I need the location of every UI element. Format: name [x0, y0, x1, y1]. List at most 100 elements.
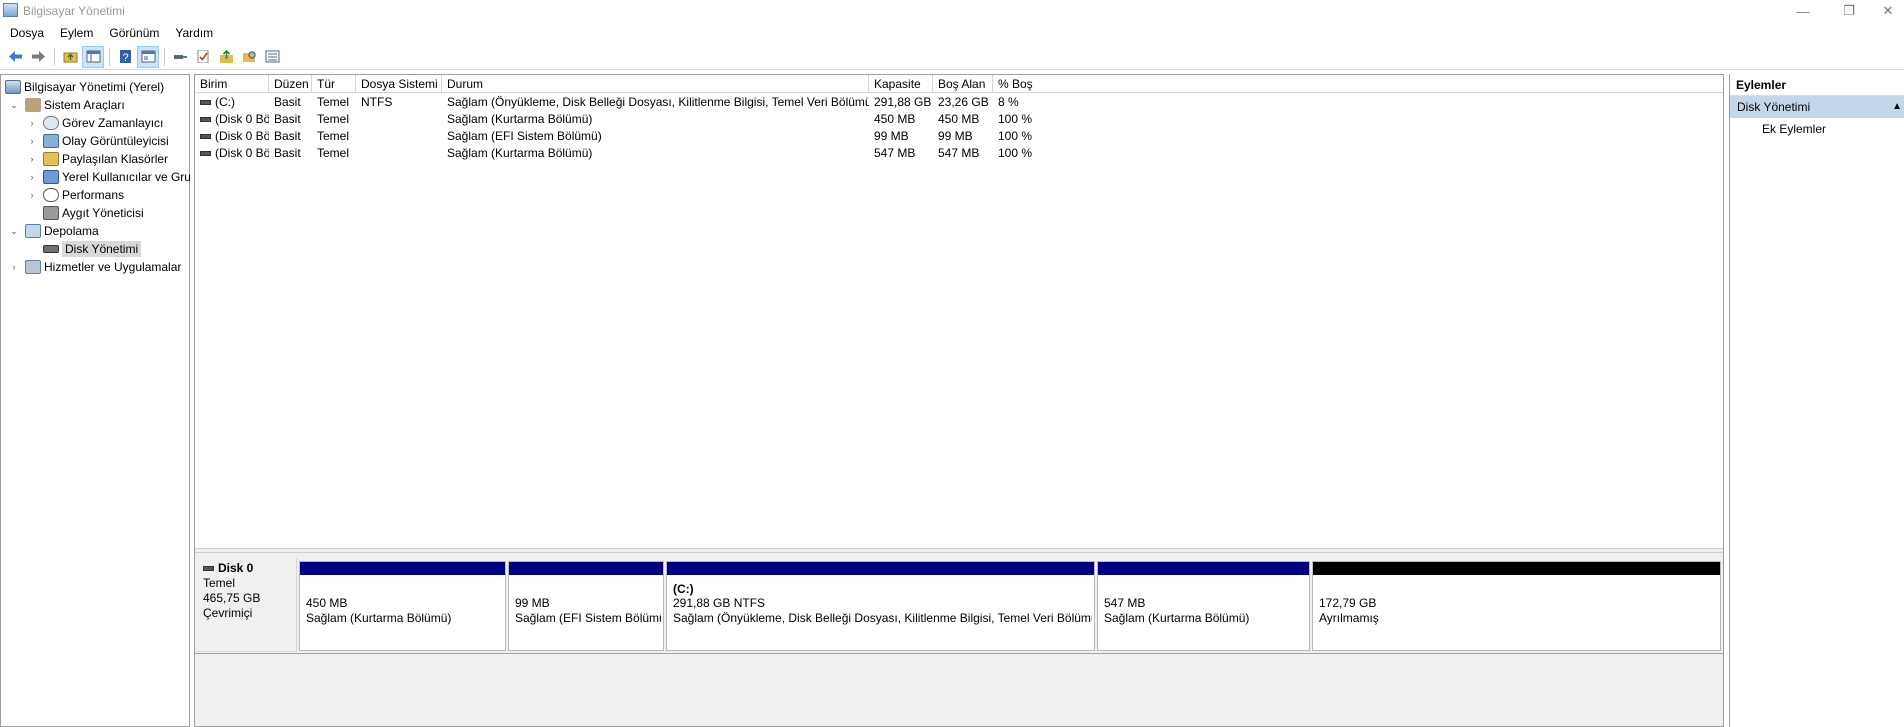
- chevron-right-icon[interactable]: ›: [27, 172, 37, 182]
- help-button[interactable]: ?: [114, 46, 136, 68]
- tree-item-system-tools[interactable]: ⌄ Sistem Araçları: [9, 96, 125, 114]
- partition-block-unallocated[interactable]: 172,79 GB Ayrılmamış: [1312, 561, 1721, 651]
- tree-item-label: Sistem Araçları: [44, 98, 125, 112]
- shared-folder-icon: [43, 152, 59, 166]
- chevron-right-icon[interactable]: ›: [9, 262, 19, 272]
- show-tree-icon: [86, 50, 100, 63]
- tree-item-storage[interactable]: ⌄ Depolama: [9, 222, 99, 240]
- menu-help[interactable]: Yardım: [167, 22, 221, 44]
- partition-block[interactable]: 547 MB Sağlam (Kurtarma Bölümü): [1097, 561, 1310, 651]
- collapse-arrow-icon[interactable]: ▲: [1892, 96, 1902, 118]
- partition-block[interactable]: 99 MB Sağlam (EFI Sistem Bölümü): [508, 561, 664, 651]
- restore-button[interactable]: ❐: [1826, 0, 1872, 22]
- column-header-status[interactable]: Durum: [442, 75, 869, 93]
- chevron-right-icon[interactable]: ›: [27, 118, 37, 128]
- column-header-volume[interactable]: Birim: [195, 75, 269, 93]
- column-header-type[interactable]: Tür: [312, 75, 356, 93]
- properties-button[interactable]: [137, 45, 159, 68]
- chevron-right-icon[interactable]: ›: [27, 136, 37, 146]
- table-row[interactable]: (Disk 0 Bölüm 2) Basit Temel Sağlam (EFI…: [195, 128, 1723, 145]
- menu-view[interactable]: Görünüm: [101, 22, 167, 44]
- chevron-right-icon[interactable]: ›: [27, 190, 37, 200]
- cell-layout: Basit: [274, 95, 301, 109]
- close-button[interactable]: ✕: [1872, 0, 1904, 22]
- chevron-right-icon[interactable]: ›: [27, 154, 37, 164]
- column-header-percent-free[interactable]: % Boş: [993, 75, 1035, 93]
- tree-item-event-viewer[interactable]: › Olay Görüntüleyicisi: [27, 132, 169, 150]
- tree-item-shared-folders[interactable]: › Paylaşılan Klasörler: [27, 150, 168, 168]
- partition-bar: [300, 562, 505, 575]
- disk-name: Disk 0: [203, 561, 289, 576]
- tree-item-device-manager[interactable]: Aygıt Yöneticisi: [43, 204, 144, 222]
- disk-info-box[interactable]: Disk 0 Temel 465,75 GB Çevrimiçi: [196, 558, 297, 652]
- tree-item-root[interactable]: Bilgisayar Yönetimi (Yerel): [5, 78, 164, 96]
- chevron-down-icon[interactable]: ⌄: [9, 100, 19, 110]
- cell-file-system: [356, 145, 442, 162]
- cell-free-space: 23,26 GB: [938, 95, 989, 109]
- window-title: Bilgisayar Yönetimi: [23, 4, 125, 18]
- partition-details: 291,88 GB NTFS Sağlam (Önyükleme, Disk B…: [673, 596, 1092, 626]
- tree-item-label: Paylaşılan Klasörler: [62, 152, 169, 166]
- storage-icon: [25, 224, 41, 238]
- cell-capacity: 291,88 GB: [874, 95, 932, 109]
- cell-percent-free: 100 %: [998, 129, 1033, 143]
- more-actions-item[interactable]: Ek Eylemler: [1730, 118, 1904, 140]
- menu-action[interactable]: Eylem: [52, 22, 101, 44]
- tree-item-services-apps[interactable]: › Hizmetler ve Uygulamalar: [9, 258, 181, 276]
- check-icon: [197, 50, 208, 63]
- tools-icon: [25, 98, 41, 112]
- tree-item-disk-management[interactable]: Disk Yönetimi: [43, 240, 142, 258]
- tree-item-label: Olay Görüntüleyicisi: [62, 134, 169, 148]
- column-header-free-space[interactable]: Boş Alan: [933, 75, 993, 93]
- table-row[interactable]: (Disk 0 Bölüm 5) Basit Temel Sağlam (Kur…: [195, 145, 1723, 162]
- column-header-file-system[interactable]: Dosya Sistemi: [356, 75, 442, 93]
- tree-item-performance[interactable]: › Performans: [27, 186, 124, 204]
- export-icon: [219, 50, 233, 63]
- forward-button[interactable]: [27, 46, 49, 68]
- back-button[interactable]: [4, 46, 26, 68]
- menu-file[interactable]: Dosya: [2, 22, 52, 44]
- search-folder-button[interactable]: [238, 46, 260, 68]
- cell-volume: (C:): [195, 94, 269, 111]
- cell-type: Temel: [317, 112, 350, 126]
- up-folder-icon: [63, 52, 77, 63]
- partition-block[interactable]: (C:) 291,88 GB NTFS Sağlam (Önyükleme, D…: [666, 561, 1095, 651]
- partition-size: 547 MB: [1104, 596, 1146, 610]
- cell-layout: Basit: [274, 112, 301, 126]
- cell-type: Temel: [317, 95, 350, 109]
- tree-item-local-users[interactable]: › Yerel Kullanıcılar ve Gru: [27, 168, 191, 186]
- disk-graphical-view: Disk 0 Temel 465,75 GB Çevrimiçi 450 MB …: [195, 553, 1723, 726]
- services-icon: [25, 260, 41, 274]
- toolbar-separator: [164, 47, 165, 66]
- tree-item-label: Hizmetler ve Uygulamalar: [44, 260, 182, 274]
- column-header-layout[interactable]: Düzen: [269, 75, 312, 93]
- partition-details: 99 MB Sağlam (EFI Sistem Bölümü): [515, 596, 661, 626]
- back-icon: [8, 51, 22, 62]
- cell-capacity: 99 MB: [874, 129, 909, 143]
- check-button[interactable]: [192, 46, 214, 68]
- cell-percent-free: 8 %: [998, 95, 1019, 109]
- minimize-button[interactable]: —: [1780, 0, 1826, 22]
- toolbar: ?: [0, 44, 1904, 70]
- cell-free-space: 547 MB: [938, 146, 980, 160]
- connect-button[interactable]: [169, 46, 191, 68]
- computer-management-icon: [5, 80, 21, 94]
- disk-management-icon: [43, 245, 59, 253]
- drive-icon: [200, 117, 211, 123]
- chevron-down-icon[interactable]: ⌄: [9, 226, 19, 236]
- tree-item-label: Yerel Kullanıcılar ve Gru: [62, 170, 191, 184]
- cell-layout: Basit: [274, 146, 301, 160]
- tree-item-task-scheduler[interactable]: › Görev Zamanlayıcı: [27, 114, 163, 132]
- show-hide-tree-button[interactable]: [82, 45, 104, 68]
- partition-bar: [1098, 562, 1309, 575]
- export-button[interactable]: [215, 46, 237, 68]
- view-button[interactable]: [261, 46, 283, 68]
- partition-block[interactable]: 450 MB Sağlam (Kurtarma Bölümü): [299, 561, 506, 651]
- column-header-capacity[interactable]: Kapasite: [869, 75, 933, 93]
- up-one-level-button[interactable]: [59, 46, 81, 68]
- table-row[interactable]: (C:) Basit Temel NTFS Sağlam (Önyükleme,…: [195, 94, 1723, 111]
- disk-state: Çevrimiçi: [203, 606, 253, 620]
- table-row[interactable]: (Disk 0 Bölüm 1) Basit Temel Sağlam (Kur…: [195, 111, 1723, 128]
- performance-icon: [43, 188, 59, 202]
- actions-section-disk-management[interactable]: Disk Yönetimi ▲: [1730, 96, 1904, 118]
